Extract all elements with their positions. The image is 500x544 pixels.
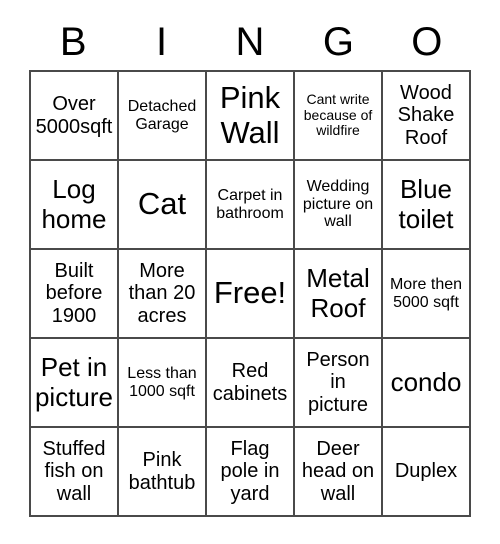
bingo-cell-g5[interactable]: Deer head on wall xyxy=(295,428,383,517)
bingo-cell-n4[interactable]: Red cabinets xyxy=(207,339,295,428)
bingo-header-letter-g: G xyxy=(322,20,354,64)
bingo-cell-n5[interactable]: Flag pole in yard xyxy=(207,428,295,517)
bingo-cell-g2[interactable]: Wedding picture on wall xyxy=(295,161,383,250)
bingo-header-letter-n: N xyxy=(235,20,265,64)
bingo-cell-b1[interactable]: Over 5000sqft xyxy=(31,72,119,161)
bingo-cell-n2[interactable]: Carpet in bathroom xyxy=(207,161,295,250)
bingo-header-letter-i: I xyxy=(156,20,168,64)
bingo-card: B I N G O Over 5000sqft Detached Garage … xyxy=(29,14,471,517)
bingo-cell-o4[interactable]: condo xyxy=(383,339,471,428)
bingo-cell-i1[interactable]: Detached Garage xyxy=(119,72,207,161)
bingo-cell-b3[interactable]: Built before 1900 xyxy=(31,250,119,339)
bingo-cell-b2[interactable]: Log home xyxy=(31,161,119,250)
bingo-cell-i4[interactable]: Less than 1000 sqft xyxy=(119,339,207,428)
bingo-header-letter-b: B xyxy=(59,20,87,64)
bingo-cell-o1[interactable]: Wood Shake Roof xyxy=(383,72,471,161)
bingo-cell-i2[interactable]: Cat xyxy=(119,161,207,250)
bingo-cell-n3-free[interactable]: Free! xyxy=(207,250,295,339)
bingo-grid: Over 5000sqft Detached Garage Pink Wall … xyxy=(29,70,471,517)
bingo-cell-i3[interactable]: More than 20 acres xyxy=(119,250,207,339)
bingo-cell-o2[interactable]: Blue toilet xyxy=(383,161,471,250)
bingo-cell-b5[interactable]: Stuffed fish on wall xyxy=(31,428,119,517)
bingo-cell-b4[interactable]: Pet in picture xyxy=(31,339,119,428)
bingo-cell-o3[interactable]: More then 5000 sqft xyxy=(383,250,471,339)
bingo-cell-i5[interactable]: Pink bathtub xyxy=(119,428,207,517)
bingo-cell-g4[interactable]: Person in picture xyxy=(295,339,383,428)
bingo-cell-n1[interactable]: Pink Wall xyxy=(207,72,295,161)
bingo-header-letter-o: O xyxy=(411,20,443,64)
bingo-cell-g3[interactable]: Metal Roof xyxy=(295,250,383,339)
bingo-cell-g1[interactable]: Cant write because of wildfire xyxy=(295,72,383,161)
bingo-cell-o5[interactable]: Duplex xyxy=(383,428,471,517)
bingo-header-row: B I N G O xyxy=(29,14,471,70)
